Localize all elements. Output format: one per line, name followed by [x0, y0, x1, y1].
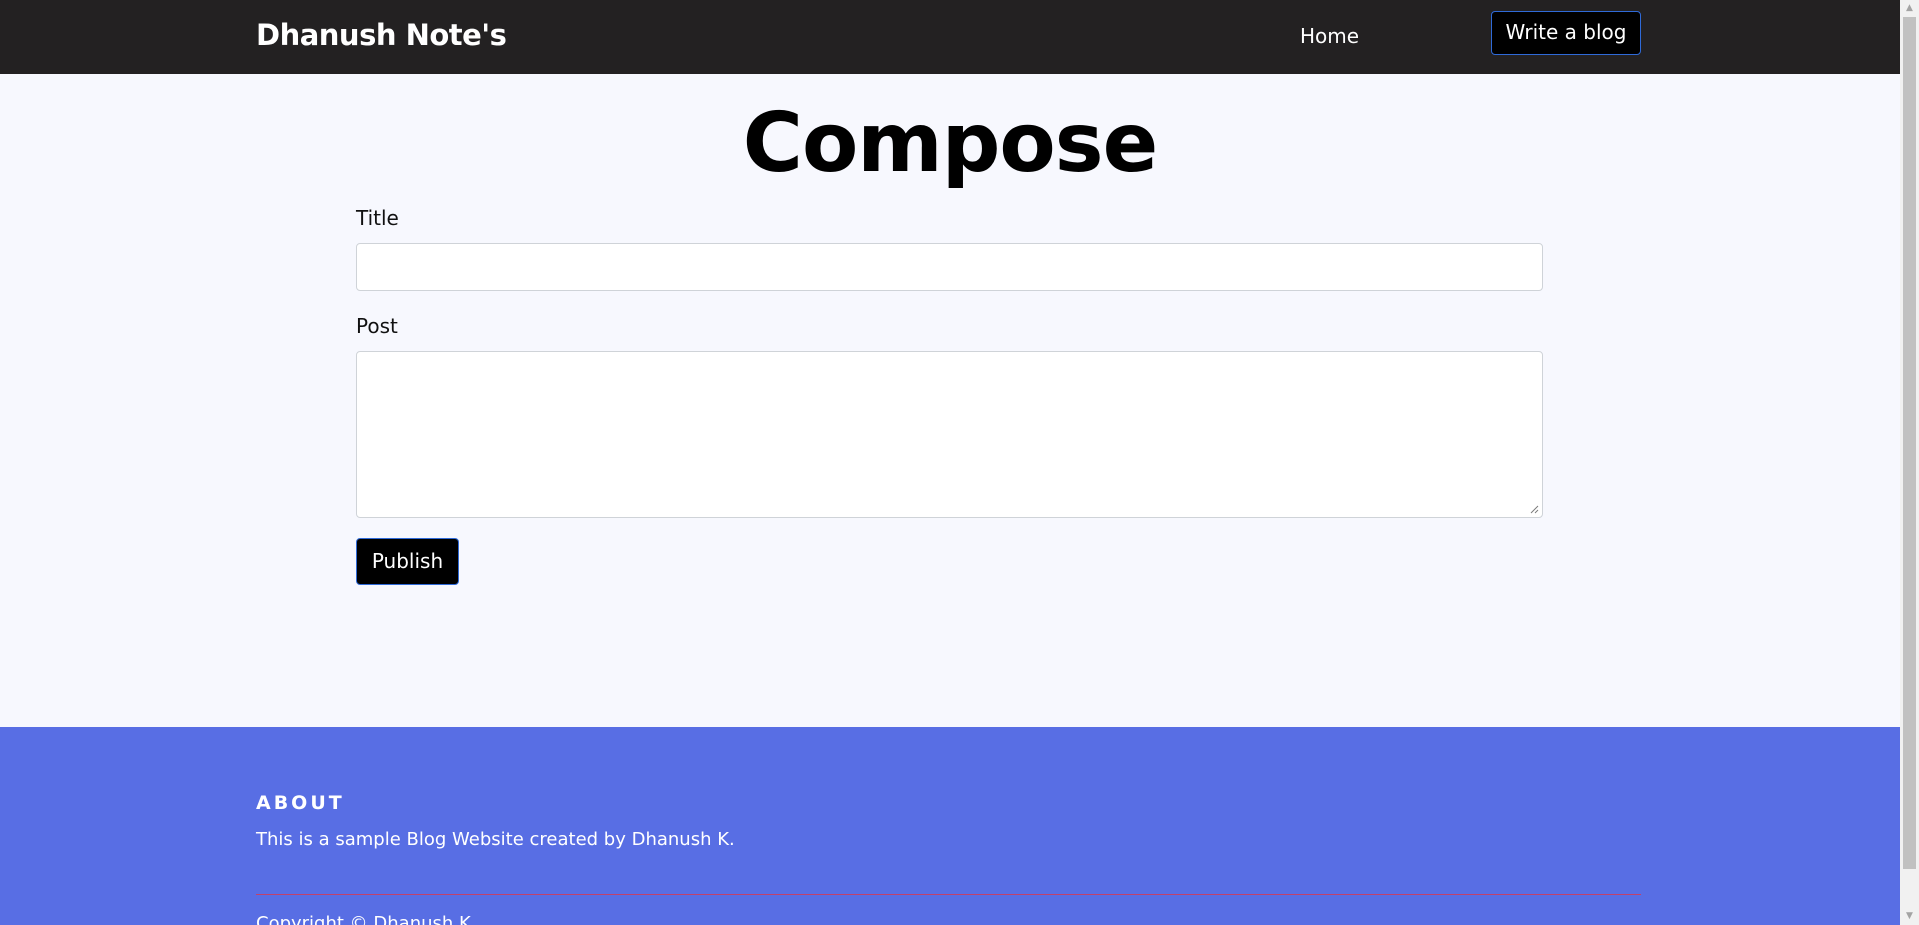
resize-grip-icon[interactable]: [1529, 504, 1539, 514]
post-textarea[interactable]: [356, 351, 1543, 518]
footer-about-heading: ABOUT: [256, 792, 345, 814]
vertical-scrollbar[interactable]: ▲ ▼: [1900, 0, 1919, 925]
footer: ABOUT This is a sample Blog Website crea…: [0, 727, 1900, 925]
footer-about-text: This is a sample Blog Website created by…: [256, 829, 735, 850]
title-label: Title: [356, 206, 399, 230]
navbar: Dhanush Note's Home Write a blog: [0, 0, 1900, 74]
publish-button[interactable]: Publish: [356, 538, 459, 585]
footer-divider: [256, 894, 1641, 895]
write-blog-button[interactable]: Write a blog: [1491, 11, 1641, 55]
page-title: Compose: [742, 96, 1158, 191]
footer-copyright: Copyright © Dhanush K: [256, 913, 471, 925]
nav-home-link[interactable]: Home: [1300, 22, 1359, 50]
scroll-down-arrow-icon[interactable]: ▼: [1900, 908, 1919, 925]
scrollbar-thumb[interactable]: [1903, 17, 1916, 869]
page: Dhanush Note's Home Write a blog Compose…: [0, 0, 1919, 925]
post-label: Post: [356, 314, 398, 338]
brand-logo-link[interactable]: Dhanush Note's: [256, 17, 507, 53]
scroll-up-arrow-icon[interactable]: ▲: [1900, 0, 1919, 17]
title-input[interactable]: [356, 243, 1543, 291]
